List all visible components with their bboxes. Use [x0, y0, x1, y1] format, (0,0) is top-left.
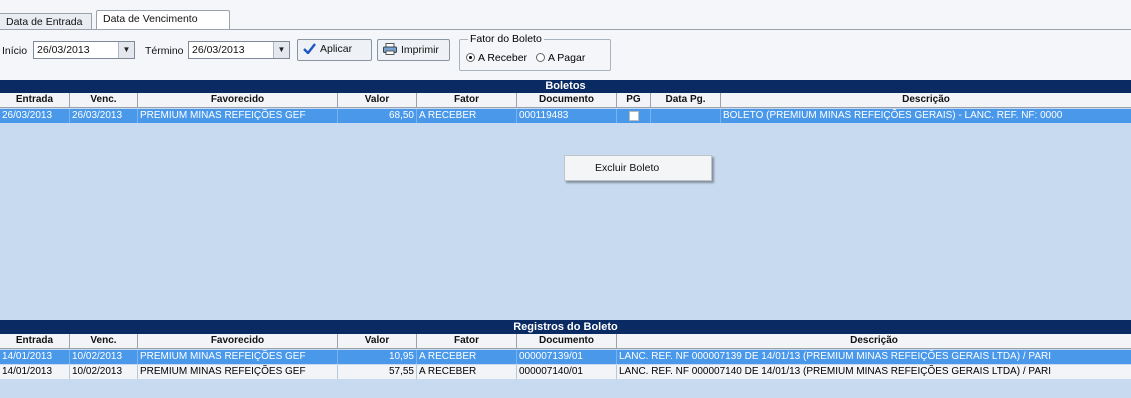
- registros-title: Registros do Boleto: [0, 320, 1131, 334]
- col-fator[interactable]: Fator: [417, 93, 517, 108]
- cell-valor: 68,50: [338, 109, 417, 123]
- boletos-header: Entrada Venc. Favorecido Valor Fator Doc…: [0, 93, 1131, 108]
- tab-data-vencimento[interactable]: Data de Vencimento: [96, 10, 230, 30]
- context-menu: Excluir Boleto: [564, 155, 712, 181]
- termino-date-combo[interactable]: 26/03/2013 ▼: [188, 41, 290, 59]
- cell-venc: 10/02/2013: [70, 350, 138, 364]
- checkmark-icon: [303, 43, 316, 57]
- cell-favorecido: PREMIUM MINAS REFEIÇÕES GEF: [138, 109, 338, 123]
- cell-venc: 10/02/2013: [70, 365, 138, 379]
- col-fator[interactable]: Fator: [417, 334, 517, 349]
- col-venc[interactable]: Venc.: [70, 93, 138, 108]
- col-pg[interactable]: PG: [617, 93, 651, 108]
- cell-venc: 26/03/2013: [70, 109, 138, 123]
- pg-checkbox[interactable]: [629, 111, 639, 121]
- col-data-pg[interactable]: Data Pg.: [651, 93, 721, 108]
- tab-strip: Data de Entrada Data de Vencimento: [0, 0, 1131, 30]
- termino-label: Término: [145, 45, 184, 57]
- col-entrada[interactable]: Entrada: [0, 93, 70, 108]
- radio-icon[interactable]: [535, 53, 545, 62]
- radio-a-receber[interactable]: A Receber: [466, 52, 527, 64]
- inicio-date-combo[interactable]: 26/03/2013 ▼: [33, 41, 135, 59]
- cell-documento: 000007139/01: [517, 350, 617, 364]
- aplicar-label: Aplicar: [320, 43, 353, 55]
- termino-date-value: 26/03/2013: [192, 44, 245, 56]
- cell-documento: 000119483: [517, 109, 617, 123]
- col-entrada[interactable]: Entrada: [0, 334, 70, 349]
- inicio-label: Início: [2, 45, 28, 57]
- cell-descricao: LANC. REF. NF 000007139 DE 14/01/13 (PRE…: [619, 351, 1051, 362]
- col-valor[interactable]: Valor: [338, 334, 417, 349]
- chevron-down-icon[interactable]: ▼: [118, 42, 134, 58]
- cell-fator: A RECEBER: [417, 350, 517, 364]
- boletos-title: Boletos: [0, 80, 1131, 93]
- table-row[interactable]: 26/03/2013 26/03/2013 PREMIUM MINAS REFE…: [0, 109, 1131, 123]
- radio-icon[interactable]: [466, 53, 475, 62]
- cell-documento: 000007140/01: [517, 365, 617, 379]
- cell-entrada: 14/01/2013: [0, 350, 70, 364]
- col-valor[interactable]: Valor: [338, 93, 417, 108]
- table-row[interactable]: 14/01/2013 10/02/2013 PREMIUM MINAS REFE…: [0, 365, 1131, 379]
- cell-descricao: BOLETO (PREMIUM MINAS REFEIÇÕES GERAIS) …: [723, 110, 1063, 121]
- col-favorecido[interactable]: Favorecido: [138, 334, 338, 349]
- cell-favorecido: PREMIUM MINAS REFEIÇÕES GEF: [138, 350, 338, 364]
- radio-a-pagar-label: A Pagar: [547, 52, 586, 64]
- cell-entrada: 26/03/2013: [0, 109, 70, 123]
- cell-data-pg: [651, 109, 721, 123]
- registros-header: Entrada Venc. Favorecido Valor Fator Doc…: [0, 334, 1131, 349]
- col-venc[interactable]: Venc.: [70, 334, 138, 349]
- fator-options: A Receber A Pagar: [466, 52, 585, 64]
- tab-data-entrada[interactable]: Data de Entrada: [0, 13, 92, 30]
- col-documento[interactable]: Documento: [517, 334, 617, 349]
- boletos-panel: Boletos Entrada Venc. Favorecido Valor F…: [0, 80, 1131, 320]
- chevron-down-icon[interactable]: ▼: [273, 42, 289, 58]
- fator-boleto-group: Fator do Boleto A Receber A Pagar: [459, 33, 611, 71]
- cell-favorecido: PREMIUM MINAS REFEIÇÕES GEF: [138, 365, 338, 379]
- printer-icon: [383, 43, 397, 58]
- table-row[interactable]: 14/01/2013 10/02/2013 PREMIUM MINAS REFE…: [0, 350, 1131, 364]
- aplicar-button[interactable]: Aplicar: [297, 39, 372, 61]
- fator-boleto-legend: Fator do Boleto: [468, 33, 544, 45]
- imprimir-label: Imprimir: [401, 44, 439, 56]
- col-descricao[interactable]: Descrição: [617, 334, 1131, 349]
- cell-descricao: LANC. REF. NF 000007140 DE 14/01/13 (PRE…: [619, 366, 1051, 377]
- registros-panel: Registros do Boleto Entrada Venc. Favore…: [0, 320, 1131, 398]
- col-favorecido[interactable]: Favorecido: [138, 93, 338, 108]
- col-documento[interactable]: Documento: [517, 93, 617, 108]
- inicio-date-value: 26/03/2013: [37, 44, 90, 56]
- radio-a-receber-label: A Receber: [478, 52, 528, 64]
- col-descricao[interactable]: Descrição: [721, 93, 1131, 108]
- cell-valor: 10,95: [338, 350, 417, 364]
- cell-entrada: 14/01/2013: [0, 365, 70, 379]
- radio-a-pagar[interactable]: A Pagar: [535, 52, 586, 64]
- cell-fator: A RECEBER: [417, 365, 517, 379]
- cell-fator: A RECEBER: [417, 109, 517, 123]
- imprimir-button[interactable]: Imprimir: [377, 39, 450, 61]
- menu-item-excluir-boleto[interactable]: Excluir Boleto: [595, 162, 659, 174]
- cell-valor: 57,55: [338, 365, 417, 379]
